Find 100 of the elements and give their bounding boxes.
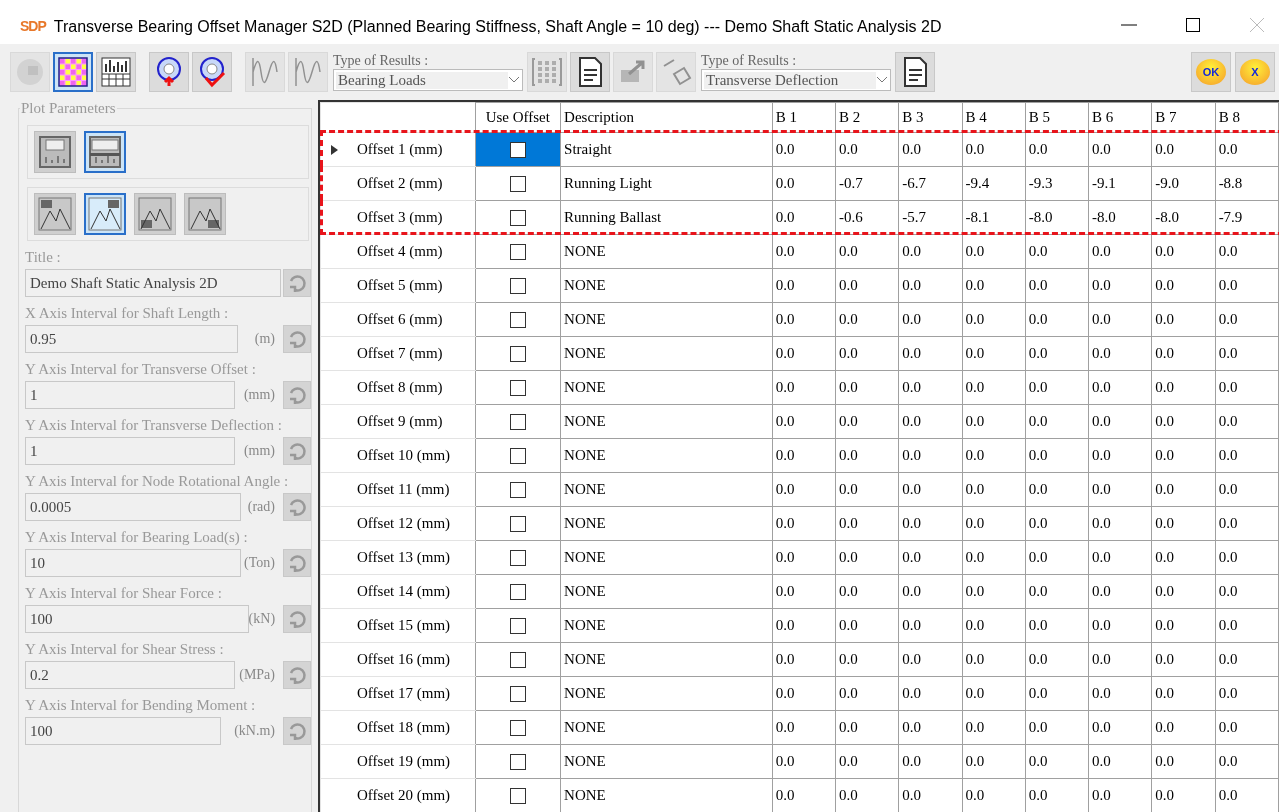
table-cell: 0.0 bbox=[898, 710, 963, 745]
unit-label: (kN.m) bbox=[233, 723, 276, 739]
table-cell: 0.0 bbox=[898, 676, 963, 711]
table-cell: 0.0 bbox=[1025, 370, 1089, 405]
input-field[interactable]: 100 bbox=[25, 605, 249, 633]
table-cell: 0.0 bbox=[772, 472, 836, 507]
checkbox[interactable] bbox=[509, 244, 526, 261]
layout-option[interactable] bbox=[34, 131, 76, 173]
table-cell: 0.0 bbox=[1088, 370, 1152, 405]
row-header: Offset 13 (mm) bbox=[320, 540, 475, 575]
input-field[interactable]: 0.0005 bbox=[25, 493, 241, 521]
table-cell: 0.0 bbox=[1088, 574, 1152, 609]
row-header: Offset 9 (mm) bbox=[320, 404, 475, 439]
table-cell: 0.0 bbox=[1025, 336, 1089, 371]
column-header: B 4 bbox=[962, 102, 1026, 133]
layout-option[interactable] bbox=[84, 131, 126, 173]
legend-option[interactable] bbox=[134, 193, 176, 235]
checkbox[interactable] bbox=[509, 482, 526, 499]
table-cell: 0.0 bbox=[1215, 370, 1279, 405]
checkbox[interactable] bbox=[509, 346, 526, 363]
table-cell: 0.0 bbox=[1088, 676, 1152, 711]
table-cell: 0.0 bbox=[1025, 472, 1089, 507]
table-cell: 0.0 bbox=[962, 302, 1026, 337]
table-cell: 0.0 bbox=[1215, 710, 1279, 745]
checkbox[interactable] bbox=[509, 788, 526, 805]
table-cell: 0.0 bbox=[1215, 438, 1279, 473]
checkbox[interactable] bbox=[509, 618, 526, 635]
table-cell: 0.0 bbox=[1151, 370, 1216, 405]
checkbox[interactable] bbox=[509, 652, 526, 669]
table-cell: 0.0 bbox=[835, 438, 899, 473]
row-header: Offset 20 (mm) bbox=[320, 778, 475, 812]
input-field[interactable]: 1 bbox=[25, 381, 235, 409]
checkbox[interactable] bbox=[509, 312, 526, 329]
table-cell: 0.0 bbox=[1025, 302, 1089, 337]
table-cell: 0.0 bbox=[835, 302, 899, 337]
results-dropdown[interactable]: Transverse Deflection bbox=[701, 69, 891, 91]
checkbox[interactable] bbox=[509, 380, 526, 397]
toolbar-button[interactable] bbox=[53, 52, 93, 92]
row-header: Offset 4 (mm) bbox=[320, 234, 475, 269]
round-button[interactable]: X bbox=[1235, 52, 1275, 92]
table-cell: NONE bbox=[560, 710, 773, 745]
checkbox[interactable] bbox=[509, 210, 526, 227]
input-field[interactable]: 0.95 bbox=[25, 325, 238, 353]
table-cell: 0.0 bbox=[1088, 506, 1152, 541]
table-cell: 0.0 bbox=[962, 438, 1026, 473]
column-header: B 2 bbox=[835, 102, 899, 133]
table-cell: 0.0 bbox=[1088, 234, 1152, 269]
results-dropdown[interactable]: Bearing Loads bbox=[333, 69, 523, 91]
checkbox[interactable] bbox=[509, 686, 526, 703]
checkbox[interactable] bbox=[509, 176, 526, 193]
checkbox[interactable] bbox=[509, 448, 526, 465]
table-cell: 0.0 bbox=[1151, 642, 1216, 677]
column-header: B 3 bbox=[898, 102, 963, 133]
table-cell: 0.0 bbox=[772, 710, 836, 745]
toolbar-button[interactable] bbox=[895, 52, 935, 92]
checkbox[interactable] bbox=[509, 754, 526, 771]
table-cell: 0.0 bbox=[898, 268, 963, 303]
input-field[interactable]: 100 bbox=[25, 717, 221, 745]
chart-legend-icon bbox=[88, 197, 122, 231]
table-cell: 0.0 bbox=[835, 676, 899, 711]
checkbox[interactable] bbox=[509, 414, 526, 431]
table-cell: 0.0 bbox=[898, 336, 963, 371]
wave-icon bbox=[292, 56, 324, 88]
table-cell: 0.0 bbox=[835, 608, 899, 643]
unit-label: (Ton) bbox=[243, 555, 276, 571]
input-field[interactable]: 1 bbox=[25, 437, 235, 465]
checkbox[interactable] bbox=[509, 278, 526, 295]
table-cell: Running Light bbox=[560, 166, 773, 201]
column-header: B 5 bbox=[1025, 102, 1089, 133]
toolbar-button[interactable] bbox=[570, 52, 610, 92]
table-cell: 0.0 bbox=[1088, 608, 1152, 643]
unit-label: (MPa) bbox=[238, 667, 276, 683]
input-field[interactable]: 10 bbox=[25, 549, 241, 577]
toolbar-button[interactable] bbox=[96, 52, 136, 92]
toolbar-button[interactable] bbox=[149, 52, 189, 92]
table-cell: 0.0 bbox=[835, 268, 899, 303]
column-header: Use Offset bbox=[475, 102, 561, 133]
checkbox[interactable] bbox=[509, 516, 526, 533]
table-cell: 0.0 bbox=[962, 642, 1026, 677]
table-cell: 0.0 bbox=[962, 268, 1026, 303]
legend-option[interactable] bbox=[184, 193, 226, 235]
toolbar-button[interactable] bbox=[192, 52, 232, 92]
checkbox[interactable] bbox=[509, 550, 526, 567]
column-header: B 8 bbox=[1215, 102, 1279, 133]
table-cell: 0.0 bbox=[772, 132, 836, 167]
legend-option[interactable] bbox=[34, 193, 76, 235]
field-label: Y Axis Interval for Bending Moment : bbox=[25, 696, 257, 715]
checkbox[interactable] bbox=[509, 720, 526, 737]
input-field[interactable]: 0.2 bbox=[25, 661, 235, 689]
table-cell: 0.0 bbox=[1025, 574, 1089, 609]
round-button[interactable]: OK bbox=[1191, 52, 1231, 92]
table-cell: 0.0 bbox=[772, 336, 836, 371]
close-icon bbox=[1250, 18, 1264, 32]
chart-layout-icon bbox=[88, 135, 122, 169]
checkbox[interactable] bbox=[509, 584, 526, 601]
table-cell: 0.0 bbox=[1151, 744, 1216, 779]
legend-option[interactable] bbox=[84, 193, 126, 235]
input-field[interactable]: Demo Shaft Static Analysis 2D bbox=[25, 269, 281, 297]
checkbox[interactable] bbox=[509, 142, 526, 159]
table-cell: 0.0 bbox=[1088, 404, 1152, 439]
